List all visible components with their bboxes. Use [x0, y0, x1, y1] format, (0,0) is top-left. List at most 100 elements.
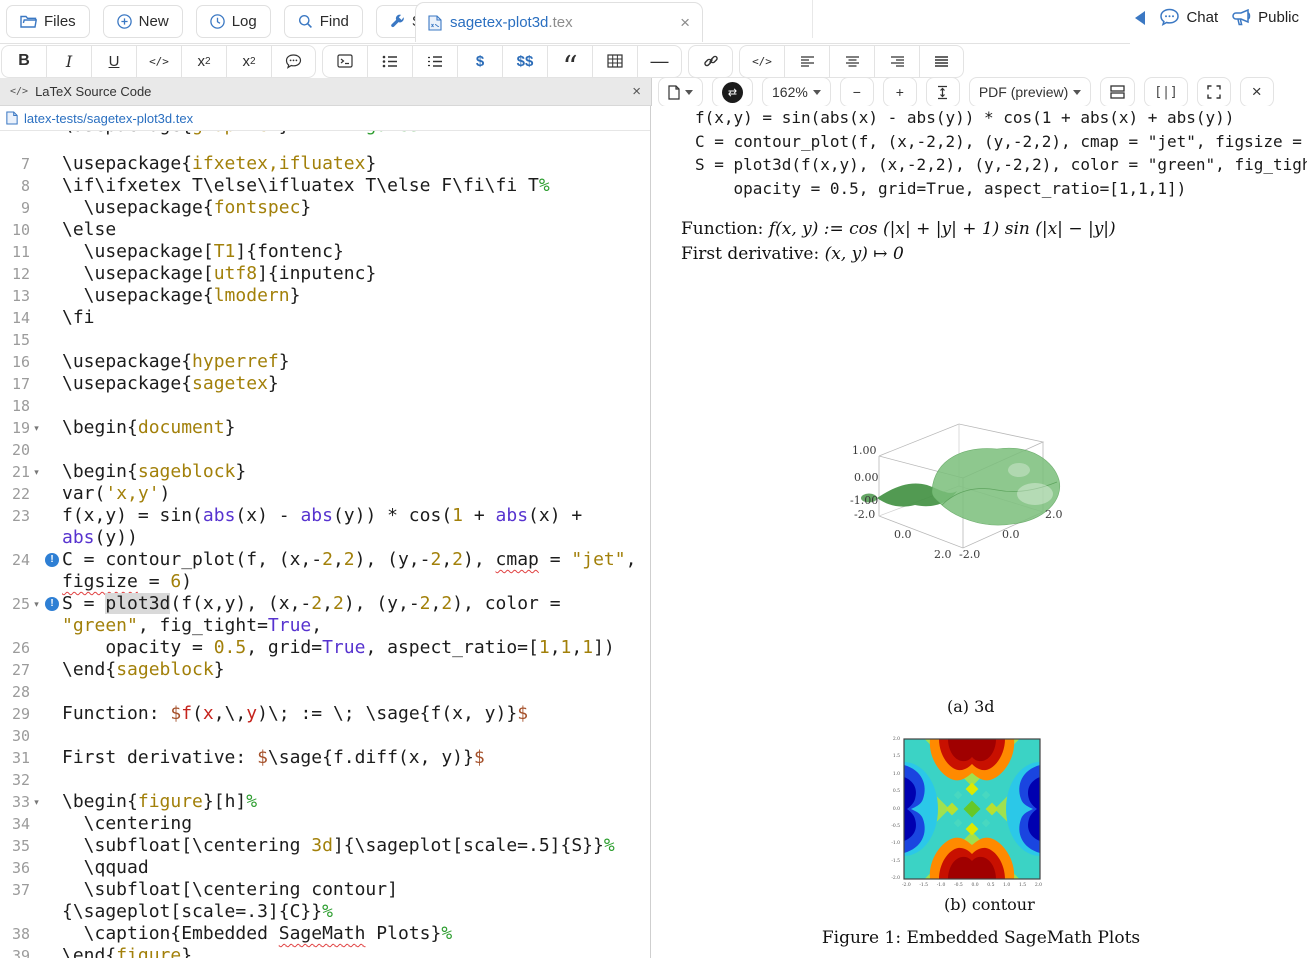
bullet-list-button[interactable] [367, 45, 412, 78]
code-text[interactable]: opacity = 0.5, grid=True, aspect_ratio=[… [62, 637, 615, 659]
fullscreen-button[interactable] [1197, 77, 1231, 107]
gutter: 38 [0, 923, 62, 945]
pdf-preview[interactable]: f(x,y) = sin(abs(x) - abs(y)) * cos(1 + … [651, 106, 1307, 958]
x-tick: 1.5 [1019, 883, 1026, 888]
pdf-close-button[interactable]: × [1240, 77, 1274, 107]
code-text[interactable]: \qquad [62, 857, 149, 879]
code-line: 12 \usepackage[utf8]{inputenc} [0, 263, 650, 285]
code-text[interactable]: \usepackage{ifxetex,ifluatex} [62, 153, 376, 175]
code-block-button[interactable]: </> [739, 45, 784, 78]
italic-button[interactable]: I [46, 45, 91, 78]
fold-arrow-icon[interactable]: ▾ [30, 791, 43, 813]
new-button[interactable]: New [103, 5, 183, 38]
collapse-panel-icon[interactable] [1135, 11, 1145, 25]
display-math-button[interactable]: $$ [502, 45, 547, 78]
inline-code-button[interactable]: </> [136, 45, 181, 78]
code-text[interactable]: \usepackage[T1]{fontenc} [62, 241, 344, 263]
code-text[interactable]: "green", fig_tight=True, [62, 615, 322, 637]
justify-button[interactable] [919, 45, 964, 78]
source-panel-close-icon[interactable]: × [632, 83, 641, 100]
split-vertical-button[interactable]: [|] [1144, 77, 1187, 107]
gutter: 29 [0, 703, 62, 725]
superscript-button[interactable]: x2 [226, 45, 271, 78]
view-mode-value: PDF (preview) [979, 84, 1068, 100]
fold-arrow-icon[interactable]: ▾ [30, 461, 43, 483]
code-text[interactable]: S = plot3d(f(x,y), (x,-2,2), (y,-2,2), c… [62, 593, 561, 615]
gutter: 24! [0, 549, 62, 571]
find-button[interactable]: Find [284, 5, 363, 38]
page-menu-button[interactable] [658, 77, 703, 107]
inline-math-button[interactable]: $ [457, 45, 502, 78]
zoom-level-dropdown[interactable]: 162% [762, 77, 831, 107]
view-mode-dropdown[interactable]: PDF (preview) [969, 77, 1091, 107]
bold-button[interactable]: B [1, 45, 46, 78]
gutter: 36 [0, 857, 62, 879]
numbered-list-button[interactable] [412, 45, 457, 78]
code-text[interactable]: \subfloat[\centering 3d]{\sageplot[scale… [62, 835, 615, 857]
align-center-button[interactable] [829, 45, 874, 78]
code-text[interactable]: abs(y)) [62, 527, 138, 549]
gutter [0, 901, 62, 923]
chat-button[interactable]: Chat [1159, 8, 1218, 27]
code-text[interactable]: C = contour_plot(f, (x,-2,2), (y,-2,2), … [62, 549, 636, 571]
code-text[interactable]: \fi [62, 307, 95, 329]
code-text[interactable]: \usepackage{hyperref} [62, 351, 290, 373]
log-button[interactable]: Log [196, 5, 271, 38]
code-line: 34 \centering [0, 813, 650, 835]
zoom-in-button[interactable]: + [883, 77, 917, 107]
code-text[interactable]: \usepackage{fontspec} [62, 197, 311, 219]
code-text[interactable]: \usepackage[utf8]{inputenc} [62, 263, 376, 285]
fit-height-button[interactable] [926, 77, 960, 107]
code-text[interactable]: \subfloat[\centering contour] [62, 879, 398, 901]
line-number: 30 [0, 725, 30, 747]
fold-arrow-icon[interactable]: ▾ [30, 593, 43, 615]
files-button[interactable]: Files [6, 5, 90, 38]
split-horizontal-icon [1110, 85, 1125, 99]
code-text[interactable]: {\sageplot[scale=.3]{C}}% [62, 901, 333, 923]
warning-icon[interactable]: ! [45, 597, 59, 611]
code-editor[interactable]: \usepackage{graphicx} % figures7\usepack… [0, 131, 650, 958]
table-button[interactable] [592, 45, 637, 78]
subscript-button[interactable]: x2 [181, 45, 226, 78]
tab-close-icon[interactable]: × [680, 14, 690, 31]
code-text[interactable]: \end{sageblock} [62, 659, 225, 681]
zoom-out-button[interactable]: − [840, 77, 874, 107]
code-text[interactable]: \caption{Embedded SageMath Plots}% [62, 923, 452, 945]
code-line: 18 [0, 395, 650, 417]
underline-button[interactable]: U [91, 45, 136, 78]
code-text[interactable]: \begin{sageblock} [62, 461, 246, 483]
blockquote-button[interactable]: “ [547, 45, 592, 78]
terminal-button[interactable] [322, 45, 367, 78]
code-text[interactable]: \else [62, 219, 116, 241]
comment-button[interactable] [271, 45, 316, 78]
code-text[interactable]: \end{figure} [62, 945, 192, 958]
code-text[interactable]: f(x,y) = sin(abs(x) - abs(y)) * cos(1 + … [62, 505, 582, 527]
code-text[interactable]: Function: $f(x,\,y)\; := \; \sage{f(x, y… [62, 703, 528, 725]
code-text[interactable]: \usepackage{graphicx} % figures [62, 131, 420, 153]
public-button[interactable]: Public [1232, 9, 1299, 27]
code-text[interactable]: \begin{figure}[h]% [62, 791, 257, 813]
link-button[interactable] [688, 45, 733, 78]
code-text[interactable]: figsize = 6) [62, 571, 192, 593]
code-text[interactable]: \usepackage{sagetex} [62, 373, 279, 395]
code-text[interactable]: var('x,y') [62, 483, 170, 505]
code-text[interactable]: \usepackage{lmodern} [62, 285, 300, 307]
figure-caption: Figure 1: Embedded SageMath Plots [761, 928, 1201, 948]
code-line: {\sageplot[scale=.3]{C}}% [0, 901, 650, 923]
code-text[interactable]: \if\ifxetex T\else\ifluatex T\else F\fi\… [62, 175, 550, 197]
code-text[interactable]: \begin{document} [62, 417, 235, 439]
align-left-button[interactable] [784, 45, 829, 78]
code-text[interactable]: \centering [62, 813, 192, 835]
line-number: 11 [0, 241, 30, 263]
tab-sagetex-plot3d[interactable]: sagetex-plot3d.tex × [415, 2, 703, 42]
horizontal-rule-button[interactable]: — [637, 45, 682, 78]
search-icon [298, 14, 313, 29]
breadcrumb[interactable]: latex-tests/sagetex-plot3d.tex [0, 106, 650, 131]
warning-icon[interactable]: ! [45, 553, 59, 567]
code-text[interactable]: First derivative: $\sage{f.diff(x, y)}$ [62, 747, 485, 769]
split-horizontal-button[interactable] [1100, 77, 1135, 107]
fold-arrow-icon[interactable]: ▾ [30, 417, 43, 439]
line-number: 25 [0, 593, 30, 615]
align-right-button[interactable] [874, 45, 919, 78]
synctex-button[interactable]: ⇄ [712, 77, 753, 107]
